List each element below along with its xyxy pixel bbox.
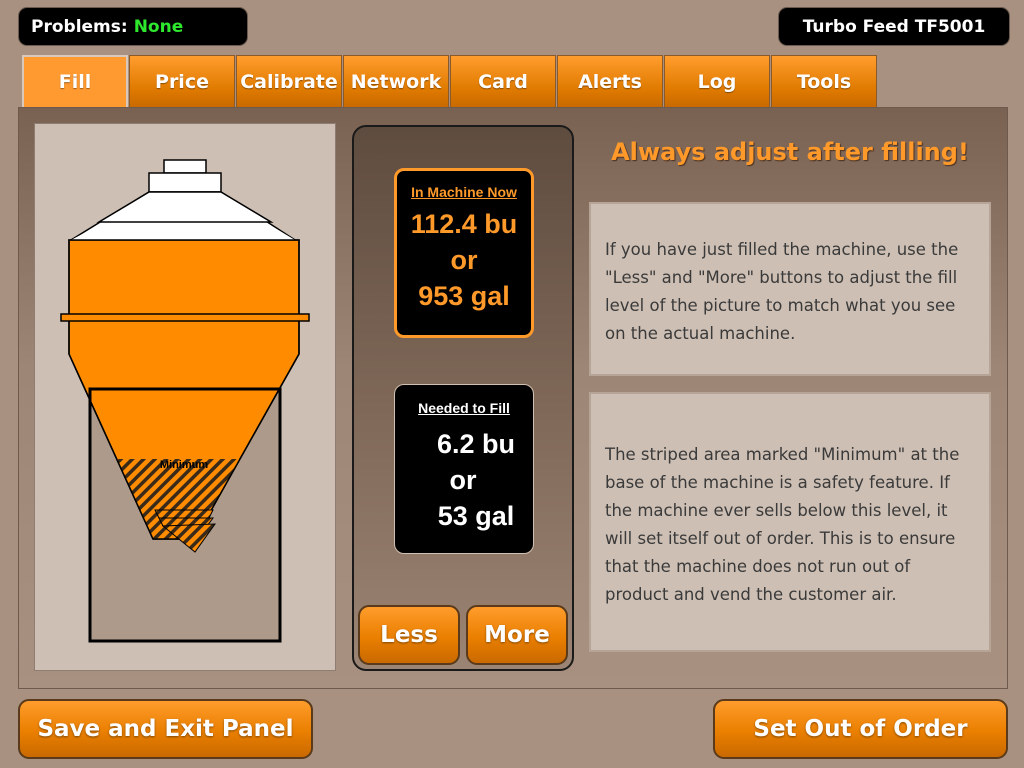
tab-tools[interactable]: Tools xyxy=(771,55,877,107)
needed-bushels: 6.2 bu xyxy=(436,429,516,459)
problems-value: None xyxy=(133,16,184,37)
tab-calibrate[interactable]: Calibrate xyxy=(236,55,342,107)
headline: Always adjust after filling! xyxy=(611,138,969,166)
in-machine-label: In Machine Now xyxy=(411,184,517,200)
help-minimum-text: The striped area marked "Minimum" at the… xyxy=(589,392,991,652)
more-button[interactable]: More xyxy=(466,605,568,665)
machine-diagram: Minimum xyxy=(34,123,336,671)
tab-bar: Fill Price Calibrate Network Card Alerts… xyxy=(22,55,878,107)
in-machine-readout: In Machine Now 112.4 bu or 953 gal xyxy=(394,168,534,338)
tab-card[interactable]: Card xyxy=(450,55,556,107)
save-exit-button[interactable]: Save and Exit Panel xyxy=(18,699,313,759)
in-machine-bushels: 112.4 bu xyxy=(410,209,518,239)
needed-gallons: 53 gal xyxy=(437,501,515,531)
tab-log[interactable]: Log xyxy=(664,55,770,107)
tab-price[interactable]: Price xyxy=(129,55,235,107)
tab-network[interactable]: Network xyxy=(343,55,449,107)
tab-fill[interactable]: Fill xyxy=(22,55,128,107)
tab-alerts[interactable]: Alerts xyxy=(557,55,663,107)
model-name: Turbo Feed TF5001 xyxy=(778,7,1010,46)
in-machine-or: or xyxy=(450,245,478,275)
minimum-label: Minimum xyxy=(160,459,208,471)
needed-or: or xyxy=(449,465,477,495)
hopper-cap xyxy=(163,159,207,174)
needed-readout: Needed to Fill 6.2 bu or 53 gal xyxy=(394,384,534,554)
in-machine-gallons: 953 gal xyxy=(418,281,510,311)
problems-status: Problems: None xyxy=(18,7,248,46)
out-of-order-button[interactable]: Set Out of Order xyxy=(713,699,1008,759)
needed-label: Needed to Fill xyxy=(418,400,510,416)
less-button[interactable]: Less xyxy=(358,605,460,665)
hopper-illustration: Minimum xyxy=(60,159,310,643)
problems-label: Problems: xyxy=(31,16,128,37)
hopper-flange xyxy=(60,313,310,322)
help-adjust-text: If you have just filled the machine, use… xyxy=(589,202,991,376)
